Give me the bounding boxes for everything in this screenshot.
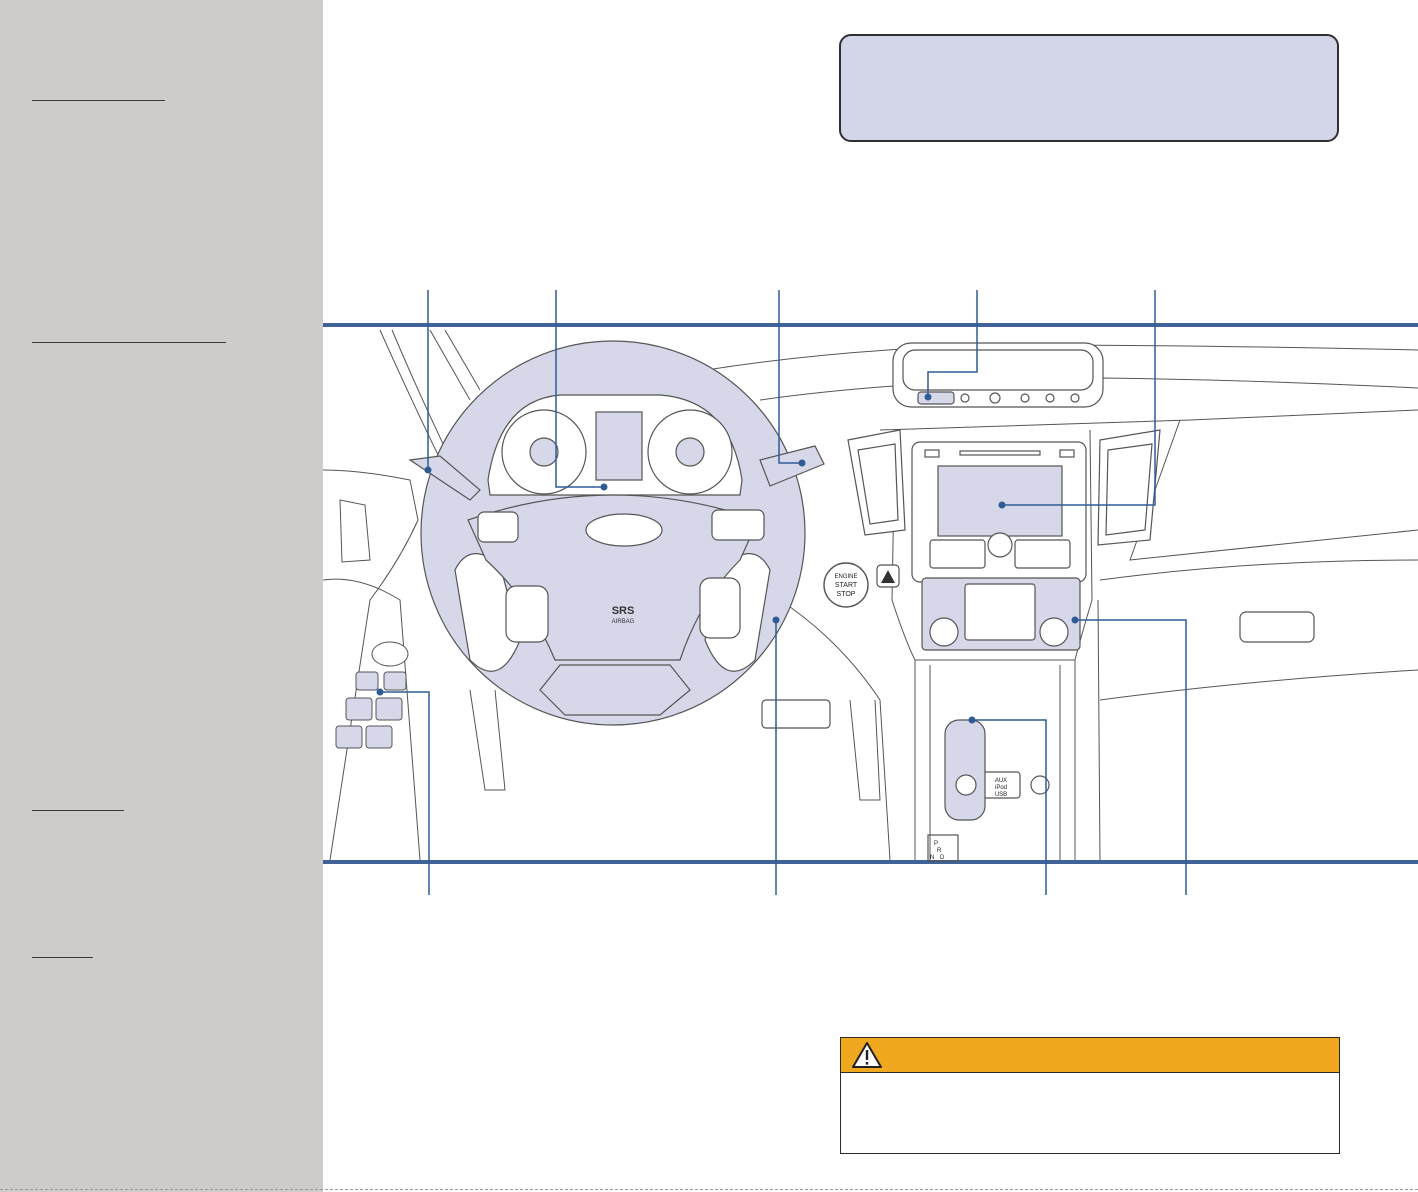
- gate-label: D: [940, 855, 945, 861]
- wheel-bottom-spoke: [539, 664, 691, 716]
- warning-header: [841, 1038, 1339, 1073]
- mirror-button-highlight: [917, 391, 955, 405]
- gate-label: P: [934, 841, 938, 847]
- aux-label-2: iPod: [995, 785, 1007, 791]
- shift-knob-ring: [955, 774, 977, 796]
- start-button-line-2: START: [835, 582, 858, 589]
- mirror-adjust-knob: [371, 641, 409, 667]
- aux-label-1: AUX: [995, 778, 1007, 784]
- gate-label: R: [937, 848, 942, 854]
- left-vent: [847, 429, 906, 536]
- glovebox-handle: [1239, 611, 1315, 643]
- center-stack: [761, 429, 1315, 862]
- srs-label: SRS: [612, 605, 635, 617]
- volume-knob: [987, 532, 1013, 558]
- rearview-mirror: [892, 342, 1104, 408]
- knee-vent: [761, 699, 831, 729]
- temp-knob-left: [929, 617, 959, 647]
- steering-wheel: [408, 340, 825, 726]
- nav-screen: [937, 465, 1063, 537]
- page-bottom-dashed-rule: [0, 1189, 1418, 1190]
- start-button-line-3: STOP: [837, 591, 856, 598]
- shifter-gate-labels: P R N D: [930, 841, 945, 861]
- right-vent: [1097, 429, 1161, 546]
- callout-window: [380, 691, 430, 895]
- callout-climate: [1075, 619, 1187, 895]
- warning-box: [840, 1037, 1340, 1154]
- temp-knob-right: [1039, 617, 1069, 647]
- door-switch-panel: [335, 641, 409, 749]
- callout-wiper: [778, 290, 802, 464]
- start-stop-button: ENGINE START STOP: [823, 562, 869, 608]
- cluster-display: [595, 411, 643, 481]
- brand-oval: [585, 513, 663, 547]
- gate-label: N: [930, 855, 934, 861]
- airbag-label: AIRBAG: [612, 619, 635, 625]
- dashboard-illustration: ENGINE START STOP AUX iPod USB P R N D S…: [322, 290, 1418, 895]
- start-button-line-1: ENGINE: [834, 574, 857, 580]
- shift-boot: [944, 719, 986, 821]
- warning-triangle-icon: [852, 1042, 882, 1068]
- aux-label-3: USB: [995, 792, 1007, 798]
